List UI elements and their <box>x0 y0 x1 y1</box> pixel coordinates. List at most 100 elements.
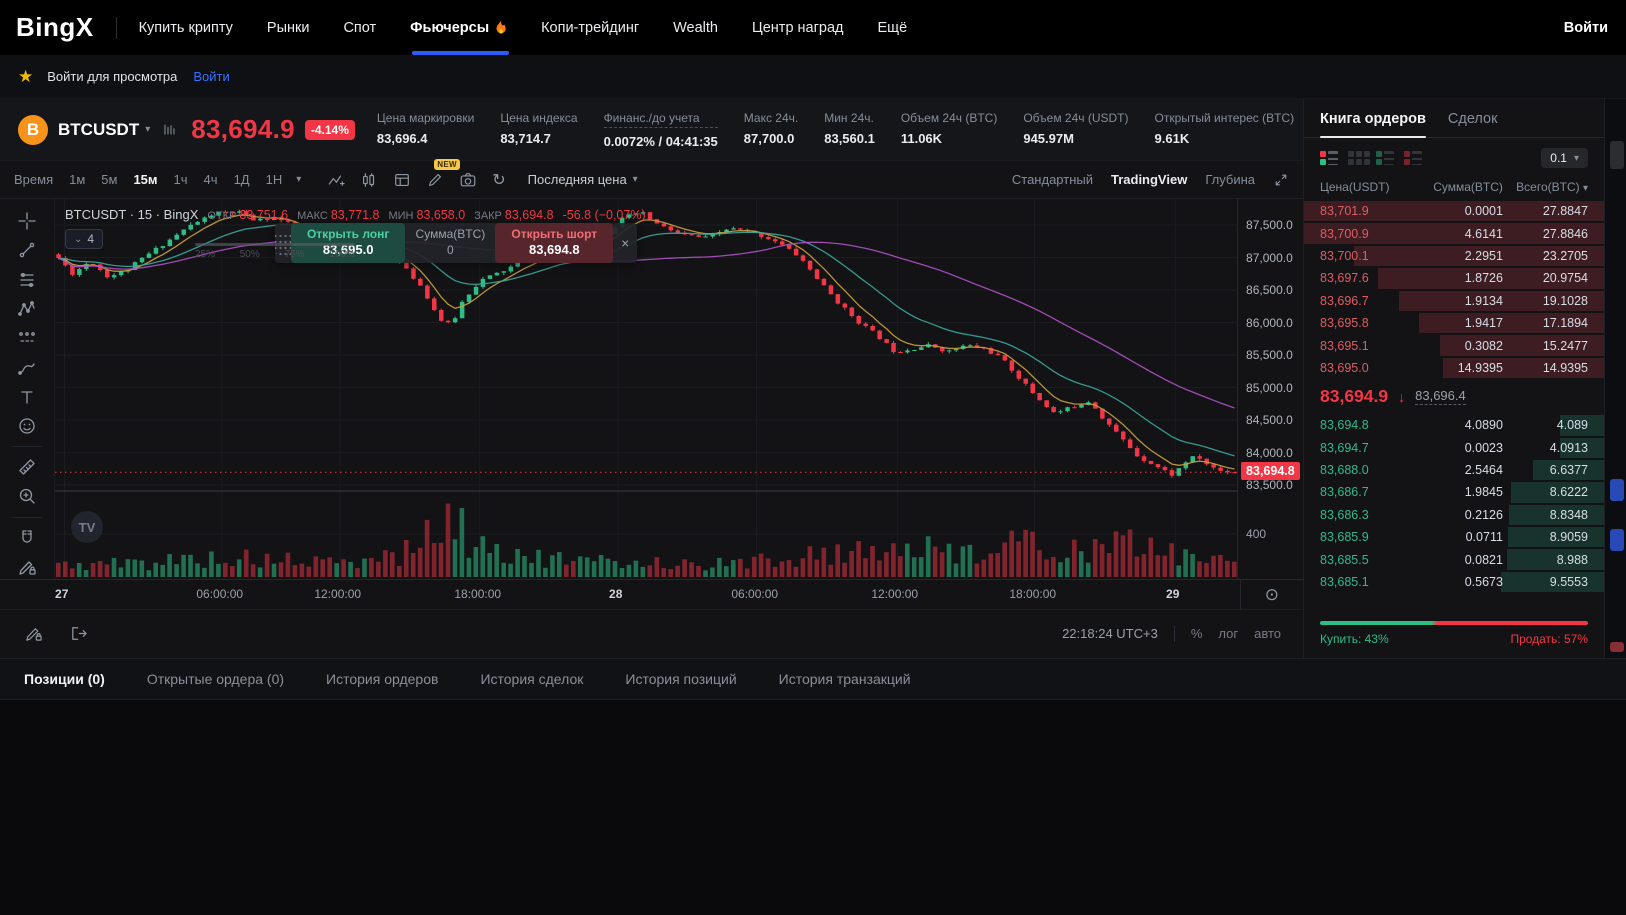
ohlc-legend: BTCUSDT · 15 · BingX ОТКР83,751.6 МАКС83… <box>65 207 646 222</box>
nav-item-1[interactable]: Рынки <box>267 0 310 55</box>
bid-row[interactable]: 83,685.90.07118.9059 <box>1304 526 1604 548</box>
interval-5м[interactable]: 5м <box>101 172 117 187</box>
interval-15м[interactable]: 15м <box>133 172 157 187</box>
tool-fib-retracement[interactable] <box>10 268 44 292</box>
ask-row[interactable]: 83,695.10.308215.2477 <box>1304 334 1604 356</box>
tool-brush[interactable] <box>10 355 44 379</box>
time-tick: 27 <box>55 587 68 601</box>
ask-row[interactable]: 83,701.90.000127.8847 <box>1304 200 1604 222</box>
view-TradingView[interactable]: TradingView <box>1111 172 1187 187</box>
interval-1ч[interactable]: 1ч <box>174 172 188 187</box>
symbol-selector[interactable]: BTCUSDT ▾ <box>58 120 150 140</box>
nav-item-2[interactable]: Спот <box>343 0 376 55</box>
bid-row[interactable]: 83,688.02.54646.6377 <box>1304 459 1604 481</box>
kline-columns-icon[interactable] <box>162 122 177 137</box>
tool-zoom-in[interactable] <box>10 484 44 508</box>
open-short-button[interactable]: Открыть шорт 83,694.8 <box>495 223 613 263</box>
bottom-tab-3[interactable]: История сделок <box>480 671 583 687</box>
amount-field[interactable]: Сумма(BTC) 0 <box>405 223 495 263</box>
chart-plot[interactable]: BTCUSDT · 15 · BingX ОТКР83,751.6 МАКС83… <box>55 199 1237 579</box>
draw-lock-button[interactable] <box>24 624 43 643</box>
bid-row[interactable]: 83,694.70.00234.0913 <box>1304 437 1604 459</box>
interval-1м[interactable]: 1м <box>69 172 85 187</box>
layout-panel-button[interactable] <box>393 171 411 189</box>
bottom-tab-2[interactable]: История ордеров <box>326 671 438 687</box>
close-icon[interactable]: × <box>613 223 637 263</box>
draw-button[interactable]: NEW <box>426 171 444 189</box>
time-axis[interactable]: 2706:00:0012:00:0018:00:002806:00:0012:0… <box>0 579 1303 609</box>
bid-row[interactable]: 83,694.84.08904.089 <box>1304 414 1604 436</box>
nav-login-button[interactable]: Войти <box>1564 20 1610 36</box>
interval-1Д[interactable]: 1Д <box>234 172 250 187</box>
bottom-tab-0[interactable]: Позиции (0) <box>24 671 105 687</box>
tool-xabcd-pattern[interactable] <box>10 297 44 321</box>
mode-book-asks-icon[interactable] <box>1404 151 1422 165</box>
mode-book-grouped-icon[interactable] <box>1348 151 1366 165</box>
indicators-button[interactable] <box>327 171 345 189</box>
tool-long-short-position[interactable] <box>10 326 44 350</box>
chevron-down-icon: ▾ <box>145 124 150 135</box>
draw-lock-icon <box>17 557 37 577</box>
mode-book-both-icon[interactable] <box>1320 151 1338 165</box>
nav-item-6[interactable]: Центр наград <box>752 0 843 55</box>
bid-row[interactable]: 83,686.30.21268.8348 <box>1304 504 1604 526</box>
orderbook-mid-price[interactable]: 83,694.9 ↓ 83,696.4 <box>1304 379 1604 414</box>
bid-row[interactable]: 83,685.10.56739.5553 <box>1304 571 1604 593</box>
refresh-button[interactable]: ↻ <box>492 172 505 188</box>
chart-view-switch: Стандартный TradingView Глубина <box>1012 172 1289 188</box>
nav-item-7[interactable]: Ещё <box>877 0 907 55</box>
time-label[interactable]: Время <box>14 172 53 187</box>
indicators-collapse-chip[interactable]: ⌄4 <box>65 229 103 249</box>
tool-text[interactable] <box>10 385 44 409</box>
interval-4ч[interactable]: 4ч <box>204 172 218 187</box>
ask-row[interactable]: 83,696.71.913419.1028 <box>1304 290 1604 312</box>
exit-arrow-button[interactable] <box>69 624 88 643</box>
price-mode-dropdown[interactable]: Последняя цена ▾ <box>528 172 638 187</box>
tool-draw-lock[interactable] <box>10 555 44 579</box>
tool-magnet[interactable] <box>10 525 44 549</box>
ask-row[interactable]: 83,700.12.295123.2705 <box>1304 245 1604 267</box>
bottom-tab-5[interactable]: История транзакций <box>779 671 911 687</box>
tool-emoji[interactable] <box>10 414 44 438</box>
ask-row[interactable]: 83,700.94.614127.8846 <box>1304 222 1604 244</box>
nav-item-0[interactable]: Купить крипту <box>139 0 233 55</box>
tool-trend-line[interactable] <box>10 238 44 262</box>
screenshot-button[interactable] <box>459 171 477 189</box>
amount-slider[interactable]: 25%50%75%100% <box>195 243 355 260</box>
nav-item-3[interactable]: Фьючерсы <box>410 0 507 55</box>
scale-percent-button[interactable]: % <box>1191 626 1203 641</box>
top-nav: BingX Купить крипту Рынки Спот Фьючерсы Копи… <box>0 0 1626 55</box>
exit-arrow-icon <box>69 624 88 643</box>
mode-book-bids-icon[interactable] <box>1376 151 1394 165</box>
price-axis[interactable]: 87,500.087,000.086,500.086,000.085,500.0… <box>1237 199 1303 579</box>
bid-row[interactable]: 83,686.71.98458.6222 <box>1304 481 1604 503</box>
interval-1Н[interactable]: 1Н <box>266 172 283 187</box>
nav-item-5[interactable]: Wealth <box>673 0 718 55</box>
interval-dropdown-icon[interactable]: ▾ <box>296 174 301 185</box>
ask-row[interactable]: 83,697.61.872620.9754 <box>1304 267 1604 289</box>
fullscreen-button[interactable] <box>1273 172 1289 188</box>
axis-settings-gear-icon[interactable]: ⊙ <box>1240 580 1303 609</box>
orderbook-tab-1[interactable]: Сделок <box>1448 111 1498 137</box>
scale-log-button[interactable]: лог <box>1218 626 1238 641</box>
view-Глубина[interactable]: Глубина <box>1205 172 1255 187</box>
orderbook-tab-0[interactable]: Книга ордеров <box>1320 111 1426 137</box>
tool-crosshair[interactable] <box>10 209 44 233</box>
candle-style-button[interactable] <box>360 171 378 189</box>
login-link[interactable]: Войти <box>193 69 229 84</box>
nav-item-4[interactable]: Копи-трейдинг <box>541 0 639 55</box>
tool-ruler[interactable] <box>10 455 44 479</box>
clock[interactable]: 22:18:24 UTC+3 <box>1062 626 1158 641</box>
symbol-label: BTCUSDT <box>58 120 139 140</box>
view-Стандартный[interactable]: Стандартный <box>1012 172 1093 187</box>
bottom-tab-1[interactable]: Открытые ордера (0) <box>147 671 284 687</box>
ask-row[interactable]: 83,695.81.941717.1894 <box>1304 312 1604 334</box>
ruler-icon <box>17 457 37 477</box>
bid-row[interactable]: 83,685.50.08218.988 <box>1304 548 1604 570</box>
precision-dropdown[interactable]: 0.1▾ <box>1541 148 1588 168</box>
scale-auto-button[interactable]: авто <box>1254 626 1281 641</box>
bottom-tab-4[interactable]: История позиций <box>625 671 736 687</box>
ask-row[interactable]: 83,695.014.939514.9395 <box>1304 357 1604 379</box>
orderbook-columns: Цена(USDT) Сумма(BTC) Всего(BTC) ▾ <box>1304 174 1604 200</box>
bingx-logo[interactable]: BingX <box>16 12 94 43</box>
